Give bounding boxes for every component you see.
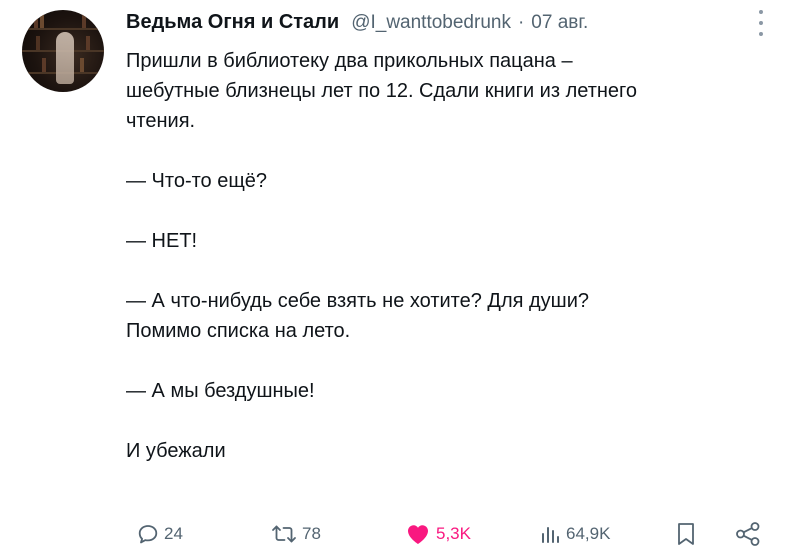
tweet-text: Пришли в библиотеку два прикольных пацан… xyxy=(126,46,766,466)
reply-button[interactable]: 24 xyxy=(136,516,183,552)
retweet-count: 78 xyxy=(302,524,321,543)
tweet-line xyxy=(126,406,766,436)
tweet-line: Помимо списка на лето. xyxy=(126,320,351,342)
tweet-line: — А что-нибудь себе взять не хотите? Для… xyxy=(126,290,590,312)
retweet-icon xyxy=(270,522,298,546)
share-icon xyxy=(734,521,762,547)
author-name[interactable]: Ведьма Огня и Стали xyxy=(126,11,339,34)
retweet-button[interactable]: 78 xyxy=(270,516,321,552)
share-button[interactable] xyxy=(734,516,762,552)
tweet-line: — Что-то ещё? xyxy=(126,170,268,192)
tweet-line: И убежали xyxy=(126,440,226,462)
tweet-line xyxy=(126,196,766,226)
like-button[interactable]: 5,3K xyxy=(404,516,471,552)
heart-icon xyxy=(404,522,432,546)
tweet-line: чтения. xyxy=(126,110,196,132)
tweet-line xyxy=(126,136,766,166)
tweet-actions: 24 78 5,3K 64,9K xyxy=(0,516,800,552)
author-handle[interactable]: @I_wanttobedrunk xyxy=(351,12,511,34)
more-icon[interactable] xyxy=(754,10,768,36)
like-count: 5,3K xyxy=(436,524,471,543)
bookmark-button[interactable] xyxy=(675,516,697,552)
tweet-date[interactable]: 07 авг. xyxy=(531,12,588,34)
tweet-line: — А мы бездушные! xyxy=(126,380,315,402)
reply-count: 24 xyxy=(164,524,183,543)
header-separator: · xyxy=(517,12,525,33)
bookmark-icon xyxy=(675,521,697,547)
tweet-line: — НЕТ! xyxy=(126,230,198,252)
views-count: 64,9K xyxy=(566,524,611,543)
avatar[interactable] xyxy=(22,10,104,92)
tweet-line: Пришли в библиотеку два прикольных пацан… xyxy=(126,50,573,72)
reply-icon xyxy=(136,522,160,546)
tweet-line xyxy=(126,346,766,376)
tweet-header: Ведьма Огня и Стали @I_wanttobedrunk · 0… xyxy=(126,11,588,34)
tweet-line xyxy=(126,256,766,286)
views-button[interactable]: 64,9K xyxy=(538,516,610,552)
views-icon xyxy=(538,522,562,546)
tweet-line: шебутные близнецы лет по 12. Сдали книги… xyxy=(126,80,638,102)
